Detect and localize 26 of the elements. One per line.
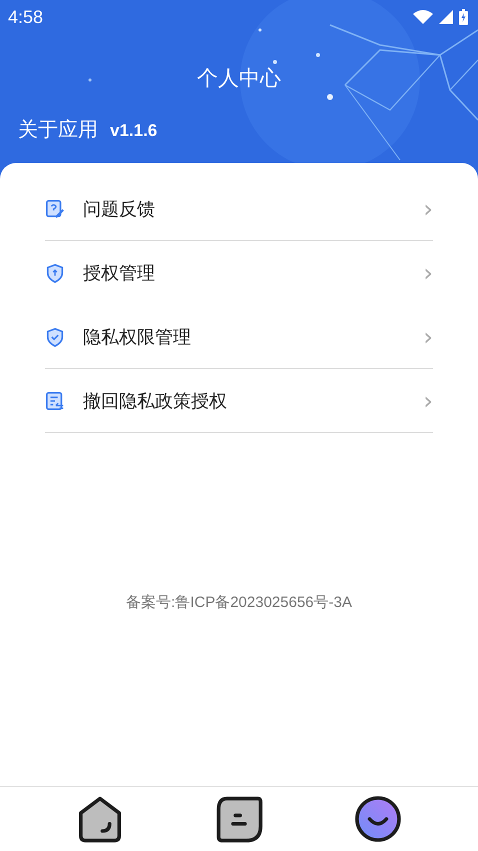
status-time: 4:58 <box>8 6 44 28</box>
about-label: 关于应用 <box>18 116 98 143</box>
icp-text: 备案号:鲁ICP备2023025656号-3A <box>125 593 353 612</box>
menu-item[interactable]: 隐私权限管理 › <box>45 305 433 369</box>
version-text: v1.1.6 <box>110 121 158 141</box>
document-icon <box>45 390 65 410</box>
menu-item[interactable]: 问题反馈 › <box>45 177 433 241</box>
page-title: 个人中心 <box>196 65 282 92</box>
battery-icon <box>459 9 468 25</box>
feedback-icon <box>45 198 65 218</box>
menu-item[interactable]: 撤回隐私政策授权 › <box>45 369 433 433</box>
menu-label: 隐私权限管理 <box>83 326 192 348</box>
square-face-icon[interactable] <box>214 795 263 843</box>
chevron-icon: › <box>423 261 433 285</box>
menu-label: 问题反馈 <box>83 198 156 220</box>
signal-icon <box>439 10 453 24</box>
shield-check-icon <box>45 326 65 346</box>
shield-icon <box>45 263 65 283</box>
menu-label: 撤回隐私政策授权 <box>83 390 228 412</box>
circle-face-icon[interactable] <box>354 795 402 843</box>
chevron-icon: › <box>423 388 433 412</box>
wifi-icon <box>413 10 433 24</box>
chevron-icon: › <box>423 324 433 348</box>
chevron-icon: › <box>423 196 433 220</box>
menu-item[interactable]: 授权管理 › <box>45 241 433 305</box>
menu-label: 授权管理 <box>83 262 156 285</box>
